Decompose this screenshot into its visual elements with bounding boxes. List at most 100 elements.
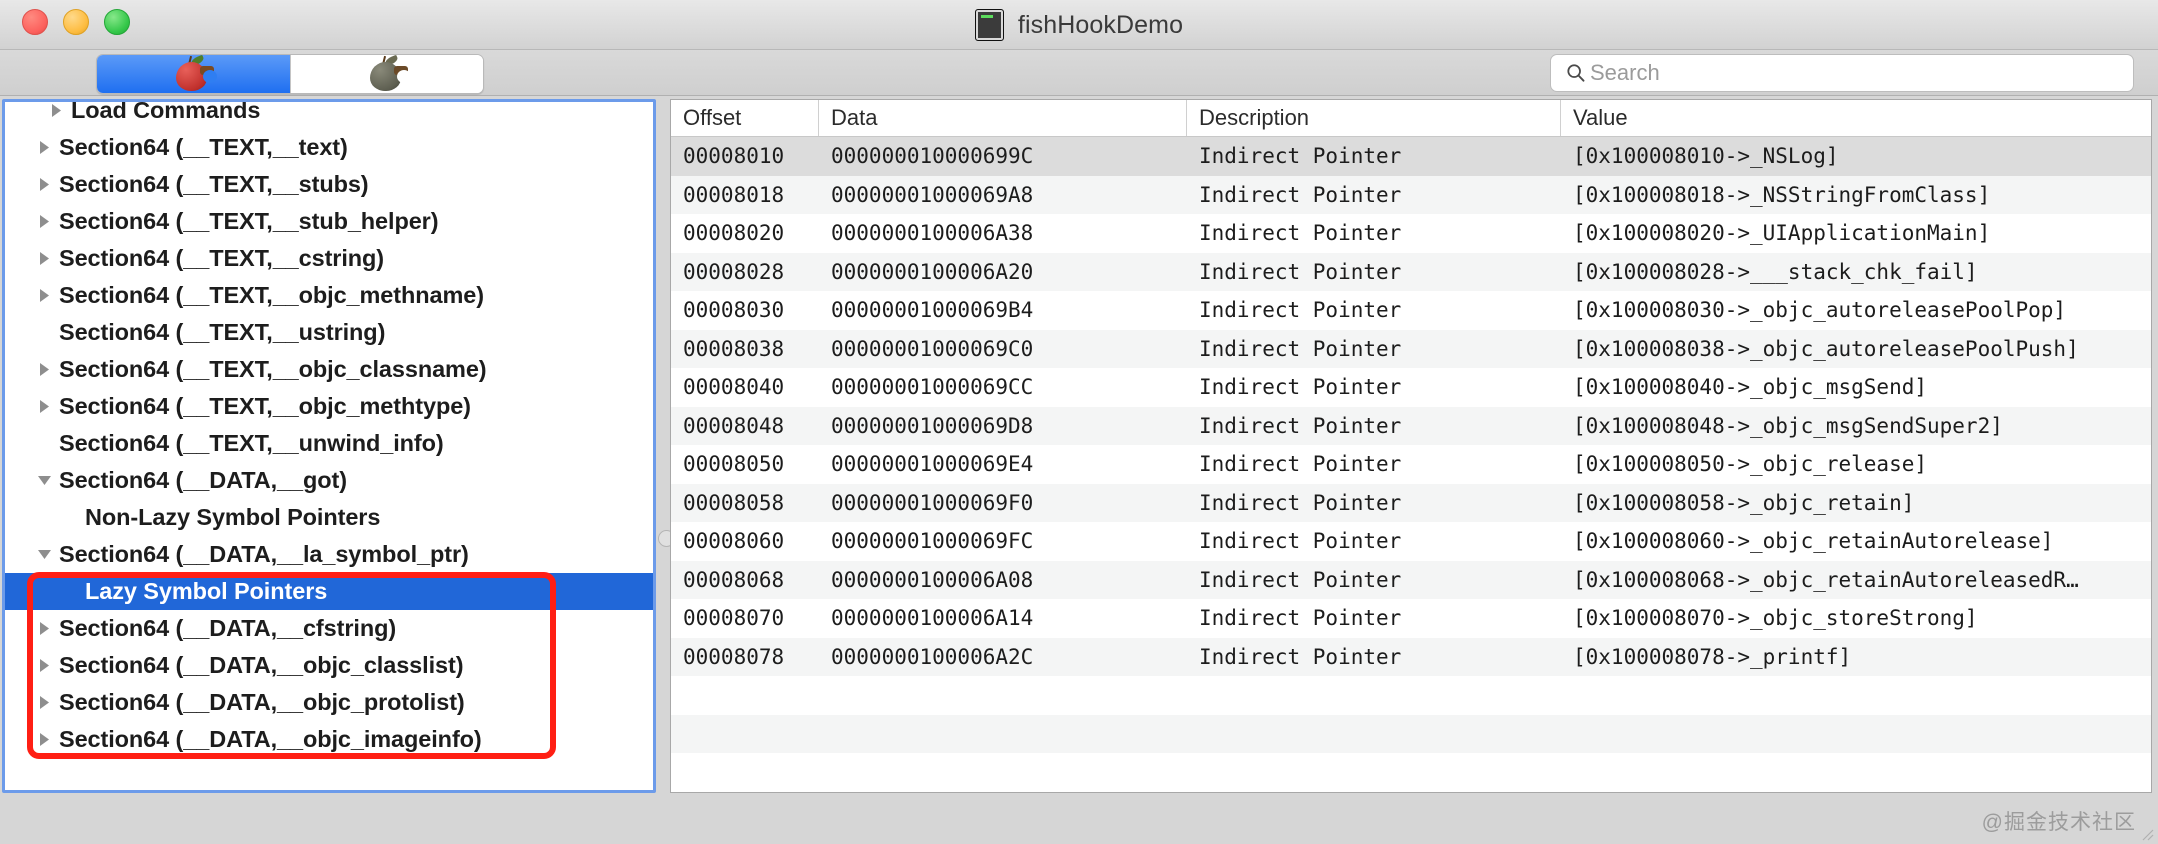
sidebar-tree-item[interactable]: Load Commands [5,102,653,129]
sidebar-scroll-area[interactable]: Load Commands Section64 (__TEXT,__text) Se… [5,102,653,790]
cell-value: [0x100008050->_objc_release] [1573,452,1928,477]
sidebar-tree-item[interactable]: Non-Lazy Symbol Pointers [5,499,653,536]
sidebar-tree-item[interactable]: Section64 (__TEXT,__cstring) [5,240,653,277]
gray-apple-icon [364,55,411,93]
table-row[interactable]: 00008030 00000001000069B4 Indirect Pointer… [671,291,2151,330]
cell-description: Indirect Pointer [1199,644,1402,669]
mach-o-view-tab[interactable] [97,55,290,93]
sidebar-tree-item-label: Section64 (__DATA,__objc_imageinfo) [59,726,482,752]
sidebar-tree-item[interactable]: Section64 (__TEXT,__objc_methname) [5,277,653,314]
table-body[interactable]: 00008010 000000010000699C Indirect Pointer… [671,137,2151,792]
red-apple-icon [170,55,218,93]
sidebar-tree-item[interactable]: Lazy Symbol Pointers [5,573,653,610]
cell-offset: 00008068 [683,567,785,592]
cell-description: Indirect Pointer [1199,259,1402,284]
cell-offset: 00008070 [683,606,785,631]
sidebar-tree-item[interactable]: Section64 (__DATA,__objc_protolist) [5,684,653,721]
sidebar-tree-item[interactable]: Section64 (__TEXT,__stub_helper) [5,203,653,240]
sidebar-tree-item-label: Section64 (__TEXT,__cstring) [59,245,385,271]
sidebar-tree-item[interactable]: Section64 (__DATA,__got) [5,462,653,499]
view-mode-segmented-control[interactable] [96,54,484,94]
table-row-empty[interactable] [671,753,2151,792]
disclosure-triangle-collapsed-icon[interactable] [35,657,53,674]
cell-offset: 00008040 [683,375,785,400]
sidebar-tree-item[interactable]: Section64 (__DATA,__la_symbol_ptr) [5,536,653,573]
table-row[interactable]: 00008050 00000001000069E4 Indirect Pointer… [671,445,2151,484]
column-header-description[interactable]: Description [1187,100,1561,136]
disclosure-triangle-collapsed-icon[interactable] [35,287,53,304]
sidebar-tree-item-label: Load Commands [71,102,261,123]
disclosure-triangle-collapsed-icon[interactable] [35,176,53,193]
sidebar-tree-item-label: Lazy Symbol Pointers [85,578,328,604]
pane-splitter[interactable] [656,96,675,796]
disclosure-triangle-expanded-icon[interactable] [35,473,53,488]
sidebar-tree-item[interactable]: Section64 (__TEXT,__stubs) [5,166,653,203]
disclosure-triangle-collapsed-icon[interactable] [35,731,53,748]
cell-value: [0x100008010->_NSLog] [1573,144,1839,169]
table-row[interactable]: 00008048 00000001000069D8 Indirect Pointer… [671,406,2151,445]
table-row[interactable]: 00008010 000000010000699C Indirect Pointer… [671,137,2151,176]
cell-data: 00000001000069F0 [831,490,1034,515]
table-row-empty[interactable] [671,714,2151,753]
cell-offset: 00008030 [683,298,785,323]
table-row[interactable]: 00008058 00000001000069F0 Indirect Pointer… [671,483,2151,522]
table-row[interactable]: 00008040 00000001000069CC Indirect Pointer… [671,368,2151,407]
table-row[interactable]: 00008018 00000001000069A8 Indirect Pointer… [671,175,2151,214]
cell-data: 0000000100006A2C [831,644,1034,669]
cell-value: [0x100008058->_objc_retain] [1573,490,1915,515]
hex-view-tab[interactable] [289,55,483,93]
sidebar-tree-item[interactable]: Section64 (__TEXT,__text) [5,129,653,166]
sidebar-tree-item[interactable]: Section64 (__DATA,__objc_classlist) [5,647,653,684]
table-row[interactable]: 00008038 00000001000069C0 Indirect Pointer… [671,329,2151,368]
column-header-offset[interactable]: Offset [671,100,819,136]
cell-description: Indirect Pointer [1199,298,1402,323]
search-field[interactable]: Search [1550,54,2134,92]
column-header-data[interactable]: Data [819,100,1187,136]
sidebar-tree-item[interactable]: Section64 (__TEXT,__objc_methtype) [5,388,653,425]
details-table-panel: Offset Data Description Value 00008010 00000… [670,99,2152,793]
table-row[interactable]: 00008020 0000000100006A38 Indirect Pointer… [671,214,2151,253]
sidebar-tree-item[interactable]: Section64 (__TEXT,__objc_classname) [5,351,653,388]
cell-description: Indirect Pointer [1199,144,1402,169]
sidebar-tree-item[interactable]: Section64 (__TEXT,__ustring) [5,314,653,351]
table-row[interactable]: 00008060 00000001000069FC Indirect Pointer… [671,522,2151,561]
cell-value: [0x100008070->_objc_storeStrong] [1573,606,1978,631]
cell-offset: 00008038 [683,336,785,361]
cell-description: Indirect Pointer [1199,336,1402,361]
cell-value: [0x100008060->_objc_retainAutorelease] [1573,529,2054,554]
disclosure-triangle-collapsed-icon[interactable] [35,620,53,637]
toolbar: Search [0,50,2158,96]
window-title-group: fishHookDemo [0,0,2158,50]
table-row[interactable]: 00008078 0000000100006A2C Indirect Pointer… [671,637,2151,676]
cell-data: 00000001000069A8 [831,182,1034,207]
table-row-empty[interactable] [671,791,2151,792]
bottom-bar: @掘金技术社区 [0,796,2158,844]
cell-data: 0000000100006A08 [831,567,1034,592]
disclosure-triangle-collapsed-icon[interactable] [35,250,53,267]
sidebar-tree-item[interactable]: Section64 (__DATA,__cfstring) [5,610,653,647]
sidebar-tree-item[interactable]: Section64 (__TEXT,__unwind_info) [5,425,653,462]
cell-description: Indirect Pointer [1199,375,1402,400]
resize-grip-icon[interactable] [2138,825,2154,841]
sidebar-tree-item-label: Section64 (__TEXT,__stubs) [59,171,369,197]
cell-data: 00000001000069D8 [831,413,1034,438]
cell-description: Indirect Pointer [1199,490,1402,515]
cell-value: [0x100008020->_UIApplicationMain] [1573,221,1991,246]
column-header-value[interactable]: Value [1561,100,2151,136]
sidebar-tree-item-label: Non-Lazy Symbol Pointers [85,504,381,530]
table-row[interactable]: 00008070 0000000100006A14 Indirect Pointer… [671,599,2151,638]
disclosure-triangle-collapsed-icon[interactable] [35,694,53,711]
table-row[interactable]: 00008068 0000000100006A08 Indirect Pointer… [671,560,2151,599]
cell-offset: 00008060 [683,529,785,554]
disclosure-triangle-collapsed-icon[interactable] [35,361,53,378]
disclosure-triangle-collapsed-icon[interactable] [35,398,53,415]
disclosure-triangle-collapsed-icon[interactable] [35,213,53,230]
table-row[interactable]: 00008028 0000000100006A20 Indirect Pointer… [671,252,2151,291]
disclosure-triangle-collapsed-icon[interactable] [35,139,53,156]
sidebar-tree-item[interactable]: Section64 (__DATA,__objc_imageinfo) [5,721,653,758]
cell-description: Indirect Pointer [1199,606,1402,631]
cell-offset: 00008050 [683,452,785,477]
table-row-empty[interactable] [671,676,2151,715]
disclosure-triangle-collapsed-icon[interactable] [47,102,65,119]
disclosure-triangle-expanded-icon[interactable] [35,547,53,562]
